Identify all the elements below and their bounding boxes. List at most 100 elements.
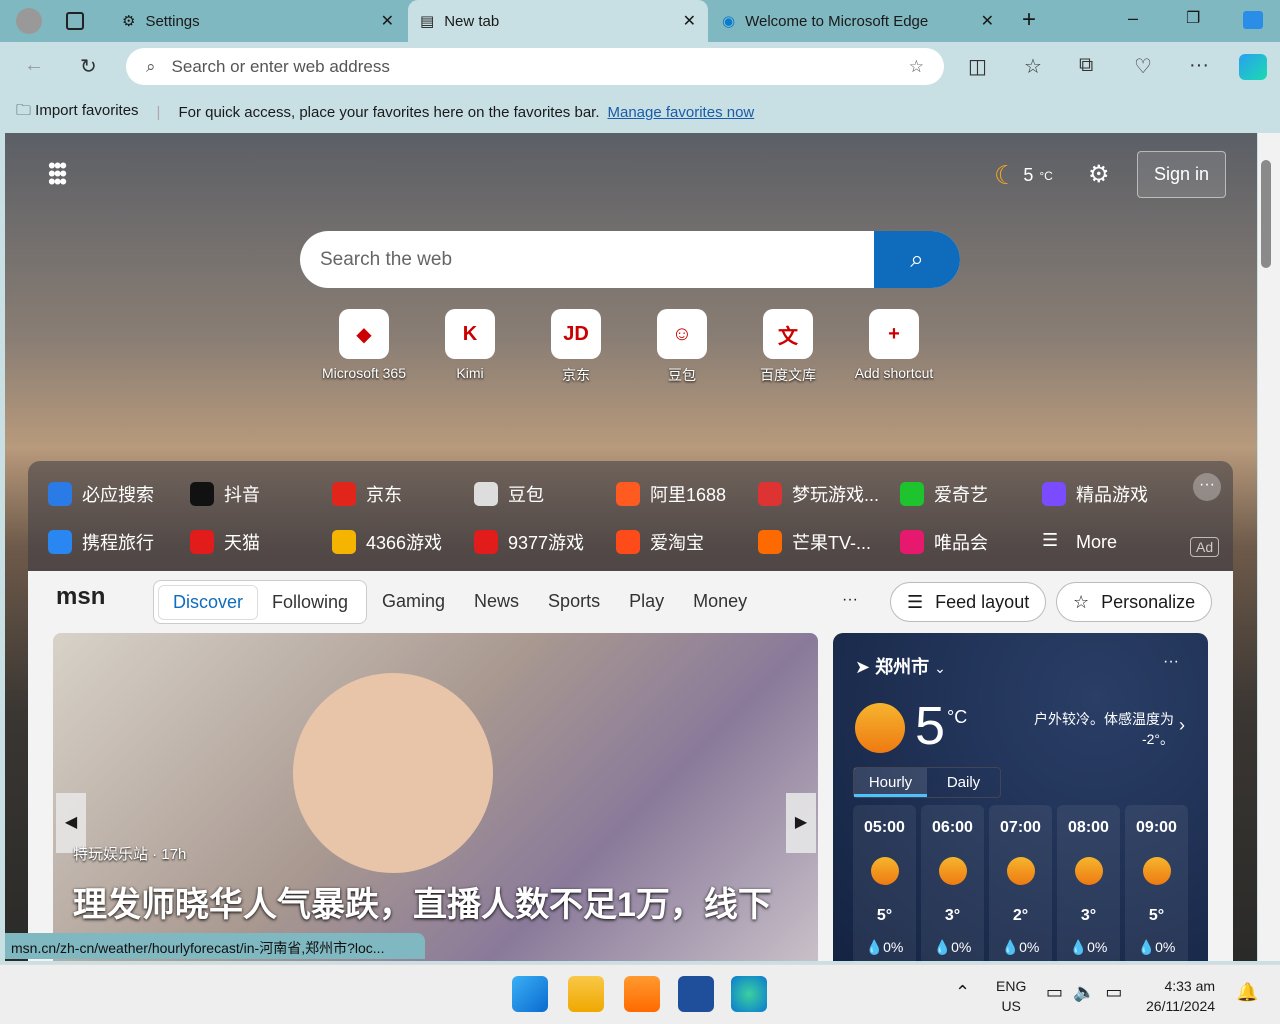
start-button[interactable] (512, 976, 548, 1012)
tab-welcome[interactable]: ◉ Welcome to Microsoft Edge ✕ (710, 0, 1006, 42)
nav-item[interactable]: Gaming (382, 591, 445, 612)
quick-link[interactable]: 芒果TV-... (758, 529, 898, 555)
favorites-icon[interactable]: ☆ (1024, 54, 1042, 79)
feedback-icon[interactable] (1243, 11, 1263, 29)
msn-logo[interactable]: msn (56, 583, 105, 611)
hourly-forecast[interactable]: 05:00 5° 💧0% (853, 805, 916, 965)
tab-following[interactable]: Following (258, 586, 362, 619)
nav-item[interactable]: Play (629, 591, 664, 612)
weather-location[interactable]: ➤ 郑州市 ⌄ (855, 653, 946, 679)
quick-link[interactable]: 爱淘宝 (616, 529, 756, 555)
scrollbar-thumb[interactable] (1261, 160, 1271, 268)
notifications-icon[interactable]: 🔔 (1236, 982, 1258, 1003)
nav-more-button[interactable]: ··· (842, 591, 858, 609)
minimize-button[interactable]: – (1128, 8, 1138, 29)
close-icon[interactable]: ✕ (381, 11, 394, 31)
browser-essentials-icon[interactable]: ♡ (1134, 54, 1152, 79)
personalize-button[interactable]: ☆ Personalize (1056, 582, 1213, 622)
weather-description: 户外较冷。体感温度为 -2°。 (1034, 711, 1174, 747)
tab-new-tab[interactable]: ▤ New tab ✕ (408, 0, 708, 42)
restore-button[interactable]: ❐ (1186, 8, 1200, 28)
nav-item[interactable]: Sports (548, 591, 600, 612)
shortcut[interactable]: JD 京东 (526, 309, 626, 385)
shortcut-icon: ◆ (339, 309, 389, 359)
network-volume-battery-icons[interactable]: ▭🔈▭ (1046, 982, 1132, 1003)
web-search-box[interactable]: Search the web ⌕ (300, 231, 960, 288)
shortcut[interactable]: ◆ Microsoft 365 (314, 309, 414, 381)
tab-discover[interactable]: Discover (158, 584, 259, 620)
next-arrow-button[interactable]: ▶ (786, 793, 816, 853)
site-icon (758, 530, 782, 554)
new-tab-button[interactable]: + (1022, 6, 1036, 34)
search-button[interactable]: ⌕ (874, 231, 960, 288)
quick-link[interactable]: 唯品会 (900, 529, 1040, 555)
site-icon (900, 530, 924, 554)
quick-link[interactable]: 豆包 (474, 481, 614, 507)
quick-link[interactable]: 京东 (332, 481, 472, 507)
split-screen-icon[interactable]: ◫ (968, 54, 987, 79)
manage-favorites-link[interactable]: Manage favorites now (608, 104, 755, 121)
tray-chevron-icon[interactable]: ⌃ (955, 982, 970, 1003)
star-icon[interactable]: ☆ (909, 57, 924, 77)
workspaces-icon[interactable] (66, 12, 84, 30)
edge-icon: ◉ (722, 13, 736, 30)
hero-article[interactable]: ◀ ▶ 特玩娱乐站 · 17h 理发师晓华人气暴跌，直播人数不足1万，线下 (53, 633, 818, 961)
quick-link[interactable]: 爱奇艺 (900, 481, 1040, 507)
copilot-icon[interactable] (1239, 54, 1267, 80)
app-icon[interactable] (624, 976, 660, 1012)
store-icon[interactable] (678, 976, 714, 1012)
collections-icon[interactable]: ⧉ (1079, 54, 1093, 77)
more-icon[interactable]: ··· (1189, 54, 1209, 77)
tab-settings[interactable]: ⚙ Settings ✕ (110, 0, 406, 42)
hourly-forecast[interactable]: 07:00 2° 💧0% (989, 805, 1052, 965)
shortcut[interactable]: K Kimi (420, 309, 520, 381)
shortcut[interactable]: ☺ 豆包 (632, 309, 732, 385)
tab-hourly[interactable]: Hourly (854, 768, 927, 797)
chevron-right-icon[interactable]: › (1179, 715, 1185, 736)
hourly-forecast[interactable]: 09:00 5° 💧0% (1125, 805, 1188, 965)
article-headline[interactable]: 理发师晓华人气暴跌，直播人数不足1万，线下 (73, 877, 772, 926)
shortcut[interactable]: 文百度文库 (738, 309, 838, 385)
feed-tabs: Discover Following (153, 580, 368, 624)
hourly-forecast[interactable]: 08:00 3° 💧0% (1057, 805, 1120, 965)
nav-item[interactable]: News (474, 591, 519, 612)
weather-more-icon[interactable]: ··· (1163, 653, 1179, 671)
refresh-button[interactable]: ↻ (80, 54, 97, 79)
quick-link[interactable]: 9377游戏 (474, 529, 614, 555)
feed-layout-button[interactable]: ☰ Feed layout (890, 582, 1047, 622)
quick-link[interactable]: ☰ More (1042, 529, 1182, 555)
quick-link[interactable]: 精品游戏 (1042, 481, 1182, 507)
address-bar[interactable]: ⌕ Search or enter web address ☆ (126, 48, 944, 85)
weather-widget[interactable]: ☾ 5 °C (994, 160, 1053, 191)
apps-grid-icon[interactable]: ••• ••• ••• (48, 155, 67, 193)
quick-link[interactable]: 阿里1688 (616, 481, 756, 507)
quick-link[interactable]: 必应搜索 (48, 481, 188, 507)
import-favorites[interactable]: 🗀 Import favorites (16, 100, 139, 125)
nav-item[interactable]: Money (693, 591, 747, 612)
close-icon[interactable]: ✕ (981, 11, 994, 31)
quick-link[interactable]: 4366游戏 (332, 529, 472, 555)
edge-taskbar-icon[interactable] (731, 976, 767, 1012)
close-icon[interactable]: ✕ (683, 11, 696, 31)
search-icon: ⌕ (146, 56, 156, 76)
sun-icon (1142, 857, 1171, 885)
quick-link[interactable]: 梦玩游戏... (758, 481, 898, 507)
tab-daily[interactable]: Daily (927, 768, 1000, 797)
quick-link[interactable]: 天猫 (190, 529, 330, 555)
sign-in-button[interactable]: Sign in (1137, 151, 1226, 198)
search-input[interactable]: Search the web (300, 249, 874, 271)
back-button[interactable]: ← (24, 54, 44, 77)
hourly-forecast[interactable]: 06:00 3° 💧0% (921, 805, 984, 965)
quick-link[interactable]: 抖音 (190, 481, 330, 507)
more-options-icon[interactable]: ··· (1193, 473, 1221, 501)
settings-gear-icon[interactable]: ⚙ (1088, 160, 1110, 189)
profile-avatar[interactable] (16, 8, 42, 34)
site-icon (332, 482, 356, 506)
clock[interactable]: 4:33 am 26/11/2024 (1146, 976, 1215, 1016)
language-indicator[interactable]: ENG US (996, 976, 1026, 1016)
quick-link[interactable]: 携程旅行 (48, 529, 188, 555)
newtab-icon: ▤ (420, 13, 435, 30)
file-explorer-icon[interactable] (568, 976, 604, 1012)
shortcut[interactable]: + Add shortcut (844, 309, 944, 381)
site-icon (616, 482, 640, 506)
